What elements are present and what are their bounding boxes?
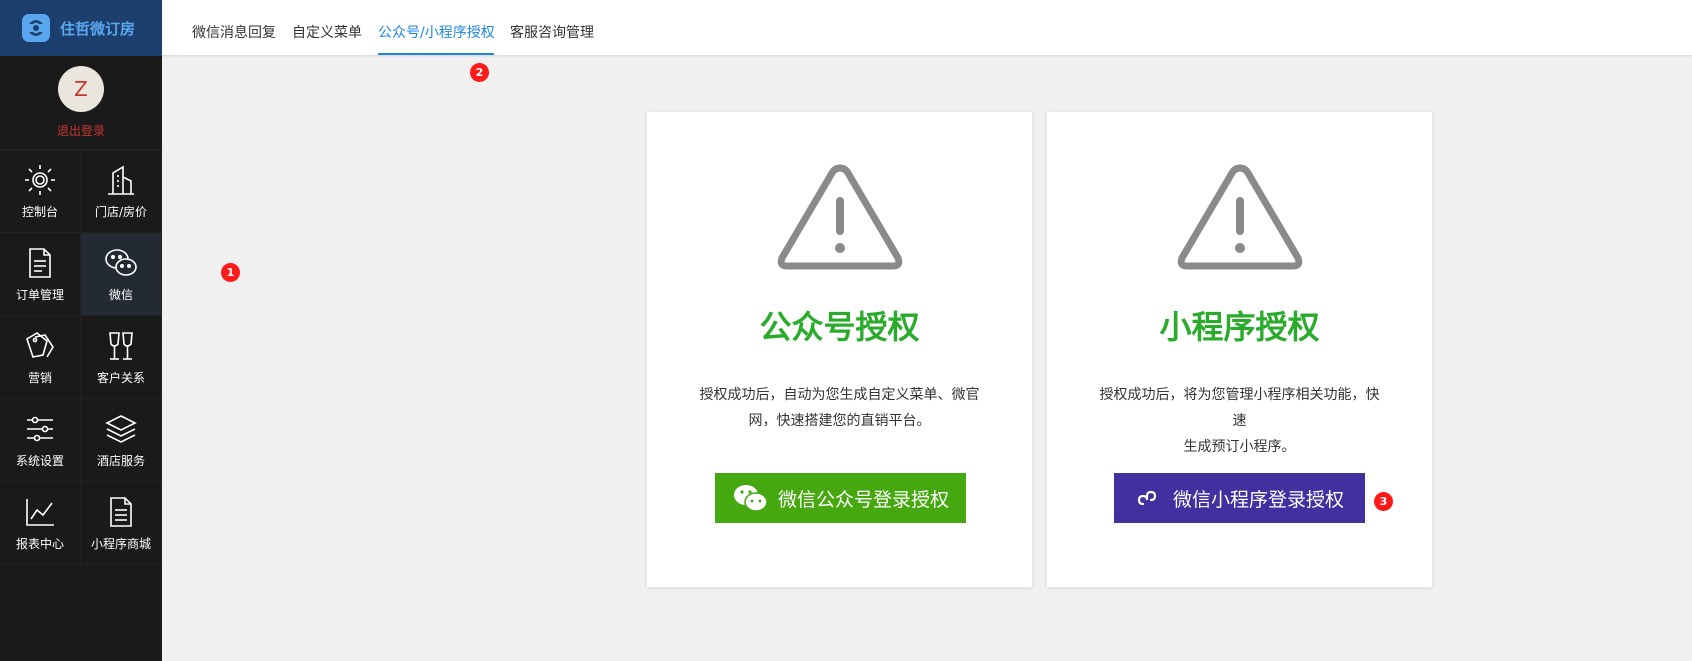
mini-program-icon [1137,490,1157,506]
step-badge-1: 1 [221,263,240,282]
nav-item-store-price[interactable]: 门店/房价 [81,150,162,233]
desc-line: 生成预订小程序。 [1183,439,1296,455]
layers-icon [105,414,137,443]
sliders-icon [27,416,53,441]
tag-icon [26,331,54,358]
wechat-icon [105,248,137,276]
nav-item-hotel-service[interactable]: 酒店服务 [81,399,162,482]
warning-icon [777,164,903,270]
active-tab-underline [378,53,494,55]
nav-item-settings[interactable]: 系统设置 [0,399,81,482]
nav-item-mini-mall[interactable]: 小程序商城 [81,482,162,565]
sun-icon [25,164,55,195]
desc-line: 网，快速搭建您的直销平台。 [748,413,931,429]
nav-label: 营销 [27,370,52,385]
card-title: 小程序授权 [1159,308,1320,346]
nav-label: 门店/房价 [94,204,148,219]
nav-item-dashboard[interactable]: 控制台 [0,150,81,233]
wechat-logo-icon [733,485,768,512]
nav-item-marketing[interactable]: 营销 [0,316,81,399]
nav-label: 控制台 [21,204,58,219]
nav-label: 微信 [108,287,133,302]
button-label: 微信公众号登录授权 [777,488,949,511]
desc-line: 授权成功后，自动为您生成自定义菜单、微官 [699,387,980,403]
nav-label: 系统设置 [15,453,64,468]
nav-item-reports[interactable]: 报表中心 [0,482,81,565]
step-badge-2: 2 [470,63,489,82]
user-area: Z 退出登录 [0,56,162,150]
brand[interactable]: 住哲微订房 [0,0,162,56]
step-badge-3: 3 [1374,492,1393,511]
nav-label: 酒店服务 [96,453,145,468]
card-description: 授权成功后，将为您管理小程序相关功能，快速 生成预订小程序。 [1097,382,1382,460]
sidebar: 住哲微订房 Z 退出登录 控制台 门店/房价 订单管理 微信 1 营销 客户关系… [0,0,240,661]
brand-logo-icon [22,14,50,42]
official-login-auth-button[interactable]: 微信公众号登录授权 [715,473,966,523]
tab-custom-menu[interactable]: 自定义菜单 [292,22,362,42]
logout-link[interactable]: 退出登录 [57,122,105,139]
glasses-icon [109,331,133,360]
mini-program-card: 小程序授权 授权成功后，将为您管理小程序相关功能，快速 生成预订小程序。 微信小… [1047,112,1432,587]
nav-grid: 控制台 门店/房价 订单管理 微信 1 营销 客户关系 系统设置 酒店服务 报表… [0,150,240,565]
tab-message-reply[interactable]: 微信消息回复 [192,22,276,42]
desc-line: 授权成功后，将为您管理小程序相关功能，快速 [1099,387,1380,429]
avatar[interactable]: Z [58,66,104,112]
nav-item-wechat[interactable]: 微信 1 [81,233,240,316]
tab-authorization[interactable]: 公众号/小程序授权 [378,22,495,42]
nav-label: 小程序商城 [90,536,151,551]
mini-program-login-auth-button[interactable]: 微信小程序登录授权 [1114,473,1365,523]
official-account-card: 公众号授权 授权成功后，自动为您生成自定义菜单、微官 网，快速搭建您的直销平台。… [647,112,1032,587]
file-icon [110,496,132,527]
nav-label: 客户关系 [96,370,145,385]
card-title: 公众号授权 [759,308,920,346]
nav-label: 报表中心 [15,536,64,551]
building-icon [108,165,134,195]
line-chart-icon [26,498,54,526]
brand-name: 住哲微订房 [60,19,136,38]
card-description: 授权成功后，自动为您生成自定义菜单、微官 网，快速搭建您的直销平台。 [697,382,982,434]
warning-icon [1177,164,1303,270]
nav-item-customers[interactable]: 客户关系 [81,316,162,399]
nav-item-orders[interactable]: 订单管理 [0,233,81,316]
button-label: 微信小程序登录授权 [1172,488,1344,511]
document-icon [29,247,51,278]
top-tabs: 微信消息回复 自定义菜单 公众号/小程序授权 客服咨询管理 [162,0,1692,56]
tab-customer-service[interactable]: 客服咨询管理 [510,22,594,42]
nav-label: 订单管理 [15,287,64,302]
